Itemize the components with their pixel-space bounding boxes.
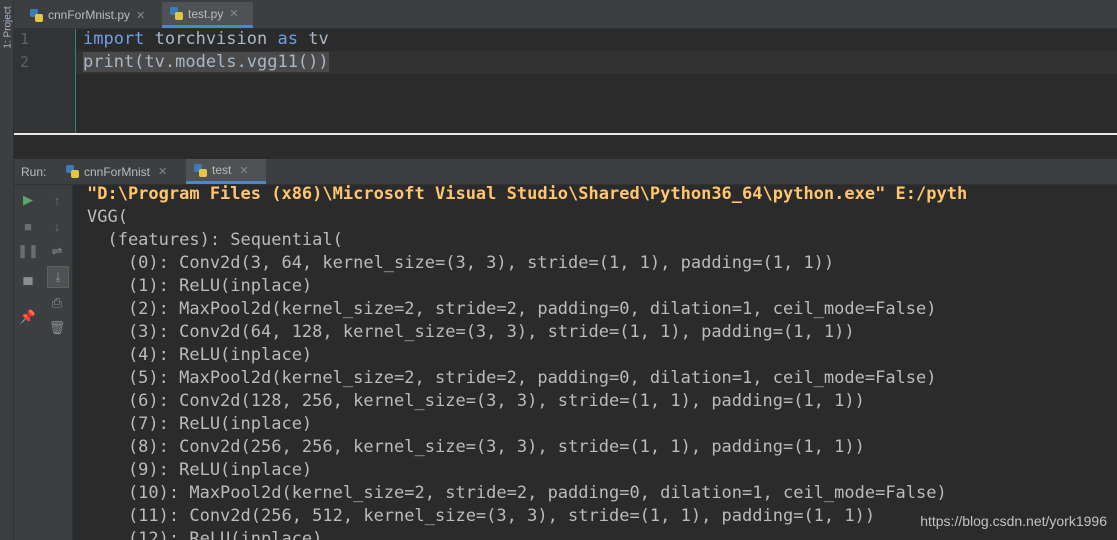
code-line-1[interactable]: import torchvision as tv <box>83 28 329 51</box>
keyword-import: import <box>83 29 145 49</box>
run-tool-header: Run: cnnForMnist ✕ test ✕ <box>14 159 1117 185</box>
project-tool-strip[interactable]: 1: Project <box>0 0 14 540</box>
down-arrow-icon[interactable]: ↓ <box>49 218 65 234</box>
code-line-2[interactable]: print(tv.models.vgg11()) <box>83 51 329 74</box>
console-output[interactable]: "D:\Program Files (x86)\Microsoft Visual… <box>73 185 1117 540</box>
scroll-to-end-icon[interactable]: ⤓ <box>47 266 69 288</box>
python-file-icon <box>170 7 183 20</box>
tab-test[interactable]: test.py ✕ <box>162 2 253 28</box>
run-tab-label: cnnForMnist <box>84 164 151 179</box>
module-name: torchvision <box>144 29 278 49</box>
console-line: (2): MaxPool2d(kernel_size=2, stride=2, … <box>87 299 937 319</box>
code-editor[interactable]: 1 2 import torchvision as tv print(tv.mo… <box>14 29 1117 133</box>
console-line: (10): MaxPool2d(kernel_size=2, stride=2,… <box>87 483 947 503</box>
tab-label: cnnForMnist.py <box>48 8 131 22</box>
console-line: (7): ReLU(inplace) <box>87 414 313 434</box>
console-line: (6): Conv2d(128, 256, kernel_size=(3, 3)… <box>87 391 865 411</box>
keyword-as: as <box>277 29 298 49</box>
console-line: (3): Conv2d(64, 128, kernel_size=(3, 3),… <box>87 322 855 342</box>
run-label: Run: <box>21 165 47 179</box>
editor-tab-bar: cnnForMnist.py ✕ test.py ✕ <box>14 0 1117 29</box>
watermark: https://blog.csdn.net/york1996 <box>920 513 1107 529</box>
project-tool-label[interactable]: 1: Project <box>3 0 14 58</box>
console-line: (4): ReLU(inplace) <box>87 345 313 365</box>
console-line: (9): ReLU(inplace) <box>87 460 313 480</box>
stop-icon[interactable]: ■ <box>20 218 36 234</box>
run-icon[interactable]: ▶ <box>20 192 36 208</box>
alias-name: tv <box>297 29 329 49</box>
editor-empty-area <box>14 135 1117 159</box>
close-icon[interactable]: ✕ <box>158 165 167 178</box>
selected-code: print(tv.models.vgg11()) <box>83 52 329 72</box>
console-line: (12): ReLU(inplace) <box>87 529 323 540</box>
console-line: (0): Conv2d(3, 64, kernel_size=(3, 3), s… <box>87 253 835 273</box>
run-tab-test[interactable]: test ✕ <box>186 159 266 184</box>
print-icon[interactable]: ⎙ <box>49 295 65 311</box>
run-tab-label: test <box>212 163 232 177</box>
trash-icon[interactable]: 🗑 <box>49 320 66 336</box>
console-line: (1): ReLU(inplace) <box>87 276 313 296</box>
run-tab-cnnformnist[interactable]: cnnForMnist ✕ <box>58 159 184 184</box>
close-icon[interactable]: ✕ <box>229 7 238 20</box>
line-number: 2 <box>20 53 30 71</box>
python-file-icon <box>194 163 207 177</box>
line-number-gutter: 1 2 <box>14 29 76 133</box>
console-line: VGG( <box>87 207 128 227</box>
python-file-icon <box>30 8 43 22</box>
console-line: (8): Conv2d(256, 256, kernel_size=(3, 3)… <box>87 437 865 457</box>
tab-label: test.py <box>188 6 224 21</box>
soft-wrap-icon[interactable]: ⇌ <box>49 243 65 259</box>
pause-icon[interactable]: ❚❚ <box>17 243 39 259</box>
console-command-line: "D:\Program Files (x86)\Microsoft Visual… <box>87 185 968 204</box>
close-icon[interactable]: ✕ <box>136 9 145 22</box>
line-number: 1 <box>20 30 30 48</box>
layout-icon[interactable]: ▀ <box>20 276 36 292</box>
console-line: (5): MaxPool2d(kernel_size=2, stride=2, … <box>87 368 937 388</box>
pin-icon[interactable]: 📌 <box>20 309 36 325</box>
python-file-icon <box>66 165 79 178</box>
console-line: (11): Conv2d(256, 512, kernel_size=(3, 3… <box>87 506 876 526</box>
run-toolbar: ▶ ■ ❚❚ ▀ 📌 ↑ ↓ ⇌ ⤓ ⎙ 🗑 <box>14 185 73 540</box>
close-icon[interactable]: ✕ <box>239 164 248 177</box>
console-line: (features): Sequential( <box>87 230 343 250</box>
up-arrow-icon[interactable]: ↑ <box>49 192 65 208</box>
tab-cnnformnist[interactable]: cnnForMnist.py ✕ <box>22 2 160 28</box>
